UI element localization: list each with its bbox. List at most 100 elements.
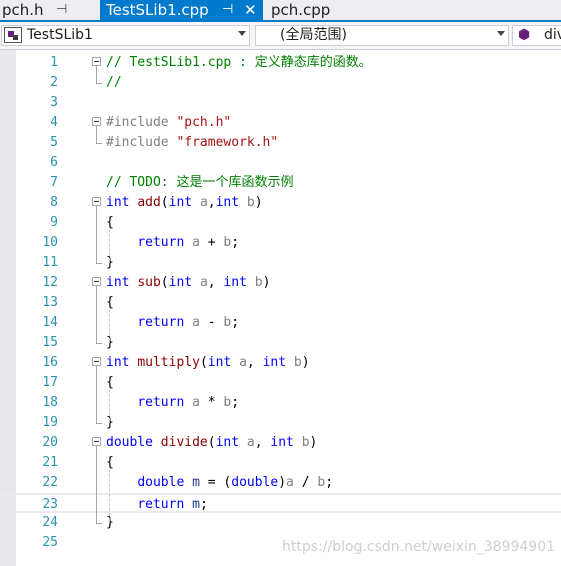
code-token: return: [137, 395, 185, 410]
pin-icon[interactable]: ⊣: [222, 0, 233, 20]
code-token: (: [160, 275, 169, 290]
code-line[interactable]: 21 {: [0, 453, 561, 473]
outline-end: [96, 83, 102, 84]
code-token: ): [254, 195, 263, 210]
code-token: (: [199, 355, 208, 370]
code-line[interactable]: 20 double divide(int a, int b): [0, 433, 561, 453]
code-token: #include: [106, 115, 177, 130]
close-icon[interactable]: ✕: [244, 0, 257, 20]
code-token: int: [168, 275, 193, 290]
code-token: double: [137, 475, 185, 490]
code-token: sub: [137, 275, 161, 290]
code-token: int: [215, 435, 240, 450]
code-line[interactable]: 24}: [0, 513, 561, 533]
code-token: add: [137, 195, 161, 210]
code-line[interactable]: 5 #include "framework.h": [0, 133, 561, 153]
collapse-toggle-icon[interactable]: [92, 117, 101, 126]
code-line[interactable]: 9{: [0, 213, 561, 233]
code-line[interactable]: 22 double m = (double)a / b;: [0, 473, 561, 493]
code-text: //: [106, 73, 122, 93]
line-number: 2: [50, 75, 58, 90]
collapse-toggle-icon[interactable]: [92, 437, 101, 446]
code-line[interactable]: 7 // TODO: 这是一个库函数示例: [0, 173, 561, 193]
collapse-toggle-icon[interactable]: [92, 197, 101, 206]
pin-icon[interactable]: ⊣: [56, 0, 67, 20]
outline-end: [96, 263, 102, 264]
code-line[interactable]: 2 //: [0, 73, 561, 93]
line-number: 7: [50, 175, 58, 190]
code-token: a: [192, 395, 200, 410]
tab-testslib1-cpp[interactable]: TestSLib1.cpp ⊣ ✕: [100, 0, 263, 20]
code-line[interactable]: 15}: [0, 333, 561, 353]
code-line[interactable]: 1 // TestSLib1.cpp : 定义静态库的函数。: [0, 53, 561, 73]
code-token: ,: [207, 275, 224, 290]
code-text: int multiply(int a, int b): [106, 353, 310, 373]
code-token: a: [192, 235, 200, 250]
code-token: ;: [325, 475, 334, 490]
code-token: a: [192, 315, 200, 330]
code-line[interactable]: 3: [0, 93, 561, 113]
chevron-down-icon[interactable]: [238, 31, 246, 36]
line-number: 21: [42, 455, 58, 470]
watermark: https://blog.csdn.net/weixin_38994901: [282, 539, 556, 555]
code-line[interactable]: 13 {: [0, 293, 561, 313]
code-editor[interactable]: 1 // TestSLib1.cpp : 定义静态库的函数。 2 // 3 4 #inclu…: [0, 50, 561, 566]
code-token: return: [137, 497, 185, 512]
code-line[interactable]: 14 return a - b;: [0, 313, 561, 333]
code-token: b: [293, 355, 302, 370]
member-dropdown-value: div: [544, 27, 561, 43]
code-line[interactable]: 23 return m;: [0, 493, 561, 513]
scope-dropdown-value: (全局范围): [280, 27, 347, 43]
code-line[interactable]: 4 #include "pch.h": [0, 113, 561, 133]
code-line[interactable]: 18 return a * b;: [0, 393, 561, 413]
code-line[interactable]: 8 int add(int a,int b): [0, 193, 561, 213]
indent-guide: [109, 389, 110, 421]
code-line[interactable]: 16 int multiply(int a, int b): [0, 353, 561, 373]
code-text: return a + b;: [106, 233, 239, 253]
code-text: double divide(int a, int b): [106, 433, 317, 453]
tab-pch-cpp[interactable]: pch.cpp: [266, 0, 346, 20]
scope-dropdown[interactable]: (全局范围): [255, 25, 509, 46]
code-token: m: [192, 497, 200, 512]
code-line[interactable]: 6: [0, 153, 561, 173]
code-line[interactable]: 17 {: [0, 373, 561, 393]
code-line[interactable]: 10 return a + b;: [0, 233, 561, 253]
collapse-toggle-icon[interactable]: [92, 357, 101, 366]
code-token: {: [106, 295, 114, 310]
tab-pch-h[interactable]: pch.h ⊣: [0, 0, 100, 20]
member-dropdown[interactable]: ⬢ div: [512, 25, 561, 46]
code-token: int: [168, 195, 193, 210]
code-token: /: [293, 475, 318, 490]
code-token: int: [207, 355, 232, 370]
code-line[interactable]: 12 int sub(int a, int b): [0, 273, 561, 293]
line-number: 1: [50, 55, 58, 70]
line-number: 14: [42, 315, 58, 330]
code-text: double m = (double)a / b;: [106, 473, 333, 493]
chevron-down-icon[interactable]: [497, 31, 505, 36]
project-dropdown[interactable]: TestSLib1: [1, 25, 250, 46]
tab-label: pch.cpp: [271, 1, 331, 19]
code-text: #include "pch.h": [106, 113, 231, 133]
project-dropdown-value: TestSLib1: [27, 27, 93, 43]
code-line[interactable]: 11}: [0, 253, 561, 273]
line-number: 18: [42, 395, 58, 410]
code-token: +: [199, 235, 224, 250]
collapse-toggle-icon[interactable]: [92, 57, 101, 66]
code-token: return: [137, 235, 185, 250]
code-line[interactable]: 19}: [0, 413, 561, 433]
project-icon: [4, 27, 22, 43]
collapse-toggle-icon[interactable]: [92, 277, 101, 286]
code-token: (: [207, 435, 216, 450]
code-token: double: [231, 475, 279, 490]
line-number: 20: [42, 435, 58, 450]
